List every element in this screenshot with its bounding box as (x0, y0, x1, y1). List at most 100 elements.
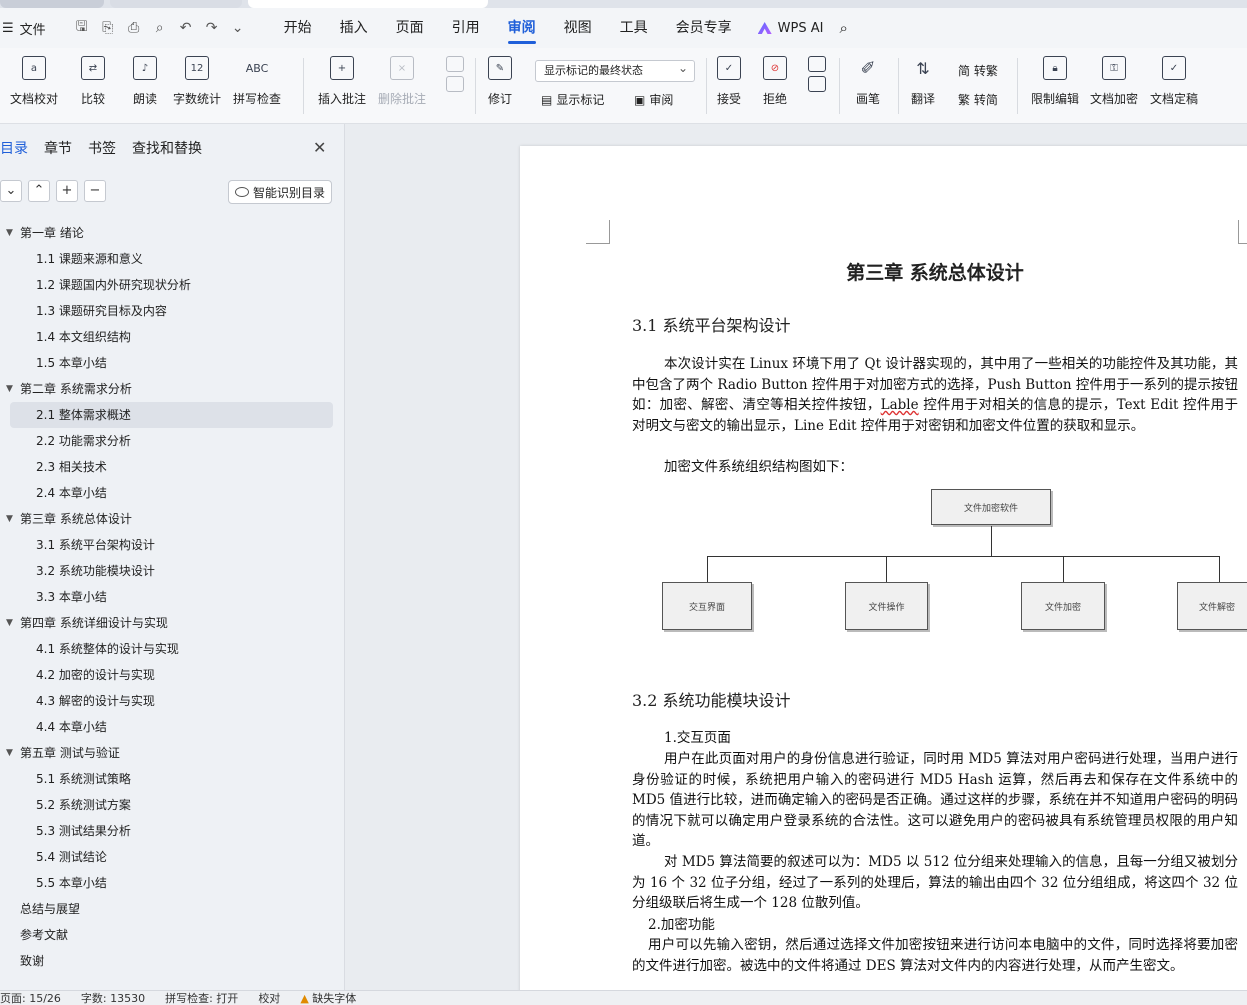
toc-section-item[interactable]: 3.1 系统平台架构设计 (0, 532, 345, 558)
prev-comment-button[interactable] (446, 56, 464, 102)
delete-comment-button[interactable]: × 删除批注 (378, 56, 426, 107)
toc-section-item[interactable]: 1.3 课题研究目标及内容 (0, 298, 345, 324)
print-preview-icon[interactable]: ⌕ (152, 20, 168, 36)
toc-section-item[interactable]: 3.2 系统功能模块设计 (0, 558, 345, 584)
doc-check-button[interactable]: a 文档校对 (10, 56, 58, 107)
toc-section-item[interactable]: 4.2 加密的设计与实现 (0, 662, 345, 688)
toc-chapter-item[interactable]: ▼ 第三章 系统总体设计 (0, 506, 345, 532)
toc-section-item[interactable]: 5.4 测试结论 (0, 844, 345, 870)
expand-down-icon[interactable]: ⌄ (0, 180, 22, 202)
toc-section-item[interactable]: 4.4 本章小结 (0, 714, 345, 740)
read-aloud-button[interactable]: ♪ 朗读 (133, 56, 157, 107)
expand-triangle-icon[interactable]: ▼ (6, 610, 13, 636)
remove-level-icon[interactable]: − (84, 180, 106, 202)
toc-section-item[interactable]: 2.1 整体需求概述 (10, 402, 333, 428)
toc-chapter-item[interactable]: ▼ 第一章 绪论 (0, 220, 345, 246)
tab-find-replace[interactable]: 查找和替换 (132, 138, 202, 158)
tab-chapters[interactable]: 章节 (44, 138, 72, 158)
document-page[interactable]: 第三章 系统总体设计 3.1 系统平台架构设计 本次设计实在 Linux 环境下… (520, 146, 1247, 1005)
proof-status[interactable]: 校对 (258, 991, 280, 1005)
status-bar: 页面: 15/26 字数: 13530 拼写检查: 打开 校对 ▲ 缺失字体 (0, 990, 1247, 1005)
print-icon[interactable]: ⎙ (126, 20, 142, 36)
review-pane-button[interactable]: ▣ 审阅 (634, 91, 673, 108)
toc-section-item[interactable]: 5.2 系统测试方案 (0, 792, 345, 818)
revise-button[interactable]: ✎ 修订 (488, 56, 512, 107)
menu-review[interactable]: 审阅 (494, 8, 550, 48)
collapse-up-icon[interactable]: ⌃ (28, 180, 50, 202)
expand-triangle-icon[interactable]: ▼ (6, 740, 13, 766)
pen-button[interactable]: ✐ 画笔 (856, 56, 880, 107)
window-tab-active[interactable] (248, 0, 488, 8)
warning-icon: ▲ (300, 992, 309, 1005)
insert-comment-button[interactable]: + 插入批注 (318, 56, 366, 107)
toc-chapter-item[interactable]: ▼ 第四章 系统详细设计与实现 (0, 610, 345, 636)
tab-toc[interactable]: 目录 (0, 138, 28, 158)
add-level-icon[interactable]: + (56, 180, 78, 202)
expand-triangle-icon[interactable]: ▼ (6, 506, 13, 532)
show-markup-button[interactable]: ▤ 显示标记 (541, 91, 604, 108)
toc-chapter-item[interactable]: ▼ 第五章 测试与验证 (0, 740, 345, 766)
window-tab[interactable] (110, 0, 242, 8)
more-chevron-icon[interactable]: ⌄ (230, 20, 246, 36)
export-icon[interactable]: ⎘ (100, 20, 116, 36)
tab-bookmarks[interactable]: 书签 (88, 138, 116, 158)
toc-item-label: 2.4 本章小结 (36, 486, 107, 500)
menu-page[interactable]: 页面 (382, 8, 438, 48)
toc-section-item[interactable]: 4.3 解密的设计与实现 (0, 688, 345, 714)
toc-chapter-item[interactable]: 参考文献 (0, 922, 345, 948)
toc-section-item[interactable]: 5.5 本章小结 (0, 870, 345, 896)
word-count-indicator[interactable]: 字数: 13530 (81, 991, 145, 1005)
translate-button[interactable]: ⇅ 翻译 (911, 56, 935, 107)
compare-button[interactable]: ⇄ 比较 (81, 56, 105, 107)
toc-section-item[interactable]: 1.1 课题来源和意义 (0, 246, 345, 272)
toc-section-item[interactable]: 1.2 课题国内外研究现状分析 (0, 272, 345, 298)
to-traditional-button[interactable]: 简 转繁 (958, 62, 998, 79)
doc-encrypt-button[interactable]: ⚿ 文档加密 (1090, 56, 1138, 107)
markup-state-select[interactable]: 显示标记的最终状态 (535, 58, 695, 82)
toc-section-item[interactable]: 1.5 本章小结 (0, 350, 345, 376)
toc-section-item[interactable]: 3.3 本章小结 (0, 584, 345, 610)
menu-member[interactable]: 会员专享 (662, 8, 746, 48)
save-icon[interactable]: 🖫 (74, 16, 90, 40)
reject-button[interactable]: ⊘ 拒绝 (763, 56, 787, 107)
accept-button[interactable]: ✓ 接受 (717, 56, 741, 107)
expand-triangle-icon[interactable]: ▼ (6, 376, 13, 402)
search-icon[interactable]: ⌕ (839, 19, 847, 37)
menu-references[interactable]: 引用 (438, 8, 494, 48)
word-count-button[interactable]: 12 字数统计 (173, 56, 221, 107)
spell-check-button[interactable]: ABC 拼写检查 (233, 56, 281, 107)
toc-chapter-item[interactable]: 总结与展望 (0, 896, 345, 922)
review-ribbon: a 文档校对 ⇄ 比较 ♪ 朗读 12 字数统计 ABC 拼写检查 + 插入批注… (0, 48, 1247, 124)
menu-tools[interactable]: 工具 (606, 8, 662, 48)
menu-view[interactable]: 视图 (550, 8, 606, 48)
spell-error-word[interactable]: Lable (881, 397, 919, 413)
close-icon[interactable]: ✕ (313, 138, 326, 157)
doc-final-button[interactable]: ✓ 文档定稿 (1150, 56, 1198, 107)
toc-chapter-item[interactable]: 致谢 (0, 948, 345, 974)
window-tab[interactable] (0, 0, 104, 8)
restrict-edit-button[interactable]: 🔒︎ 限制编辑 (1031, 56, 1079, 107)
spell-check-status[interactable]: 拼写检查: 打开 (165, 991, 238, 1005)
missing-font-indicator[interactable]: ▲ 缺失字体 (300, 991, 356, 1005)
toc-section-item[interactable]: 4.1 系统整体的设计与实现 (0, 636, 345, 662)
file-menu[interactable]: ☰ 文件 (0, 19, 46, 38)
undo-icon[interactable]: ↶ (178, 20, 194, 36)
toc-section-item[interactable]: 2.2 功能需求分析 (0, 428, 345, 454)
prev-change-button[interactable] (808, 56, 826, 102)
menu-home[interactable]: 开始 (270, 8, 326, 48)
wps-ai-button[interactable]: WPS AI ⌕ (757, 19, 848, 37)
expand-triangle-icon[interactable]: ▼ (6, 220, 13, 246)
doc-check-label: 文档校对 (10, 92, 59, 106)
toc-section-item[interactable]: 5.1 系统测试策略 (0, 766, 345, 792)
to-simplified-button[interactable]: 繁 转简 (958, 91, 998, 108)
menu-insert[interactable]: 插入 (326, 8, 382, 48)
toc-section-item[interactable]: 2.4 本章小结 (0, 480, 345, 506)
toc-chapter-item[interactable]: ▼ 第二章 系统需求分析 (0, 376, 345, 402)
toc-section-item[interactable]: 1.4 本文组织结构 (0, 324, 345, 350)
page-indicator[interactable]: 页面: 15/26 (0, 991, 61, 1005)
redo-icon[interactable]: ↷ (204, 20, 220, 36)
toc-section-item[interactable]: 5.3 测试结果分析 (0, 818, 345, 844)
smart-toc-button[interactable]: 智能识别目录 (228, 180, 332, 204)
translate-label: 翻译 (911, 92, 936, 106)
toc-section-item[interactable]: 2.3 相关技术 (0, 454, 345, 480)
